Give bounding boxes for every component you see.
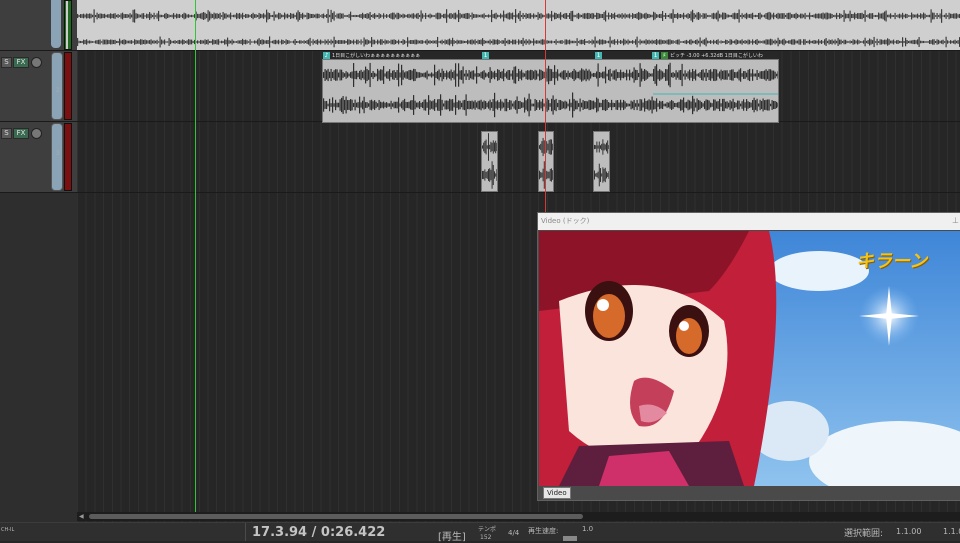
track-2-solo-button[interactable]: S [1, 57, 12, 68]
track-3-clip-1-waveform [482, 133, 498, 189]
track-1-lane[interactable] [77, 0, 960, 51]
track-3-lane[interactable] [77, 122, 960, 193]
track-3-panel[interactable]: S FX 3 [0, 122, 77, 193]
position-display[interactable]: 17.3.94 / 0:26.422 [252, 525, 385, 540]
track-2-fx-button[interactable]: FX [13, 57, 29, 68]
selection-label: 選択範囲: [844, 529, 884, 539]
video-window[interactable]: Video (ドック) ⊥ キラーン Video [537, 212, 960, 501]
track-3-volume-fader[interactable] [51, 123, 63, 191]
edit-cursor[interactable] [195, 0, 196, 512]
mini-label: CH-IL [1, 527, 15, 533]
track-3-fx-button[interactable]: FX [13, 128, 29, 139]
track-2-item[interactable] [322, 59, 779, 123]
item-4-label: ピッチ -3.00 +6.32dB 1日目こがしいわ [670, 53, 763, 59]
track-1-volume-fader[interactable] [51, 0, 61, 48]
play-state: [再生] [438, 532, 466, 543]
item-1-label: 1日目こがしいわぁぁぁぁぁぁぁぁぁぁ [332, 53, 421, 59]
track-2-panel[interactable]: S FX 2 [0, 51, 77, 122]
track-3-clip-3[interactable] [593, 131, 610, 192]
track-2-phase-knob[interactable] [31, 57, 42, 68]
track-1-panel[interactable]: 1 [0, 0, 77, 51]
track-3-clip-1[interactable] [481, 131, 498, 192]
scroll-left-icon[interactable]: ◀ [79, 513, 86, 520]
track-1-waveform [77, 9, 960, 48]
playrate-value[interactable]: 1.0 [582, 525, 593, 533]
track-2-number: 2 [56, 87, 60, 94]
item-1-tag-icon: ♪ [323, 52, 330, 59]
transport-divider [245, 523, 246, 541]
playrate-label: 再生速度: [528, 527, 559, 535]
track-3-clip-2[interactable] [538, 131, 555, 192]
item-2-tag: 1 [482, 52, 489, 59]
item-3-tag: 1 [595, 52, 602, 59]
track-2-volume-fader[interactable] [51, 52, 63, 120]
pin-icon[interactable]: ⊥ [952, 216, 959, 225]
track-2-meter [64, 52, 72, 120]
video-tab[interactable]: Video [543, 487, 571, 499]
track-3-number: 3 [56, 150, 60, 157]
track-panel-empty-area [0, 193, 77, 522]
track-3-clip-3-waveform [594, 139, 610, 187]
track-3-phase-knob[interactable] [31, 128, 42, 139]
track-1-meter [64, 0, 72, 50]
item-4-pitch-icon: ♯ [661, 52, 668, 59]
video-window-title: Video (ドック) [538, 213, 960, 230]
time-signature[interactable]: 4/4 [508, 529, 519, 537]
track-3-meter [64, 123, 72, 191]
track-2-waveform [323, 62, 778, 118]
video-overlay-text: キラーン [856, 251, 928, 272]
scrollbar-thumb[interactable] [89, 514, 583, 519]
horizontal-scrollbar[interactable]: ◀ [77, 512, 960, 521]
track-3-clip-2-waveform [539, 137, 555, 189]
selection-start[interactable]: 1.1.00 [896, 527, 921, 536]
transport-bar: CH-IL 17.3.94 / 0:26.422 [再生] テンポ 152 4/… [0, 522, 960, 543]
tempo-label: テンポ [478, 526, 497, 533]
track-3-solo-button[interactable]: S [1, 128, 12, 139]
playrate-slider[interactable] [563, 536, 577, 541]
playhead[interactable] [545, 0, 546, 212]
item-4-tag: 1 [652, 52, 659, 59]
selection-end[interactable]: 1.1.0 [943, 527, 960, 536]
